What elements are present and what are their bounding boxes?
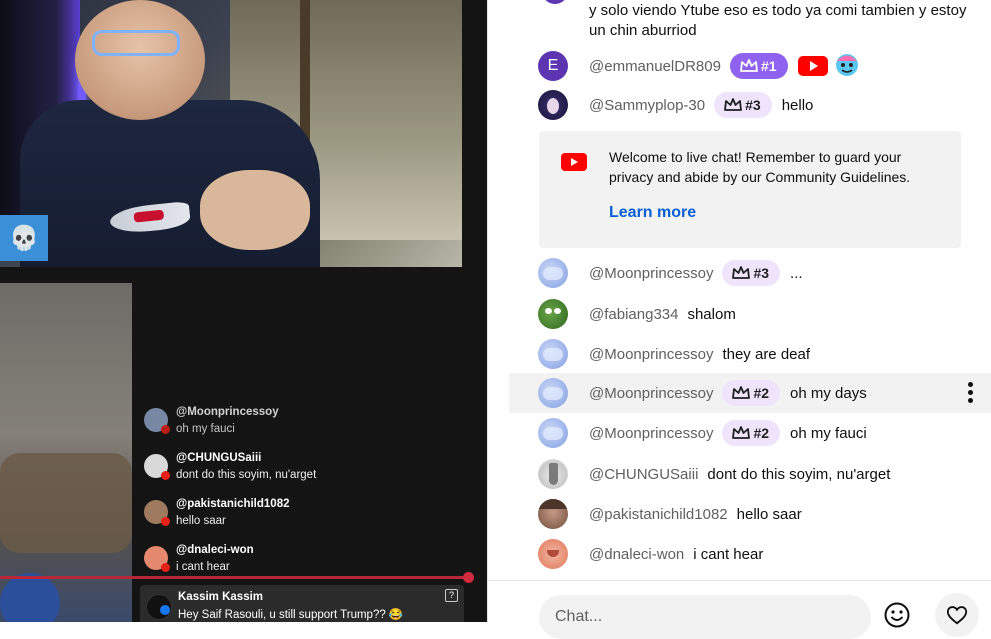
chat-input-bar xyxy=(488,580,991,639)
avatar xyxy=(538,339,568,369)
video-player[interactable]: 💀 @Moonprincessoy oh my fauci @CHUNGUSaii… xyxy=(0,0,487,622)
rank-badge: #3 xyxy=(714,92,772,118)
chat-author[interactable]: @dnaleci-won xyxy=(589,546,684,563)
avatar xyxy=(538,378,568,408)
emoji-sticker-icon xyxy=(835,54,858,76)
overlay-text: dont do this soyim, nu'arget xyxy=(176,469,317,481)
chat-author[interactable]: @Moonprincessoy xyxy=(589,346,713,363)
crown-icon xyxy=(732,266,751,279)
chat-author[interactable]: @Moonprincessoy xyxy=(589,265,713,282)
overlay-chat-message: @Moonprincessoy oh my fauci xyxy=(144,404,279,438)
chat-author[interactable]: @pakistanichild1082 xyxy=(589,506,728,523)
skull-icon: 💀 xyxy=(0,215,48,261)
chat-message-text: i cant hear xyxy=(693,545,764,563)
pinned-text: Hey Saif Rasouli, u still support Trump?… xyxy=(178,609,404,621)
welcome-banner: Welcome to live chat! Remember to guard … xyxy=(539,131,961,248)
crown-icon xyxy=(732,386,751,399)
chat-author[interactable]: @emmanuelDR809 xyxy=(589,58,721,75)
youtube-icon xyxy=(797,56,828,76)
chat-message[interactable]: @Moonprincessoy #2 oh my days xyxy=(538,373,867,413)
rank-badge: #3 xyxy=(722,260,781,286)
chat-message-text: hello saar xyxy=(736,505,802,523)
chat-message-text: oh my days xyxy=(790,384,867,402)
chat-message-text: dont do this soyim, nu'arget xyxy=(707,465,891,483)
webcam-feed-bottom xyxy=(0,283,132,622)
pinned-author: Kassim Kassim xyxy=(178,591,264,603)
chat-author[interactable]: @Moonprincessoy xyxy=(589,385,713,402)
facebook-icon xyxy=(160,605,170,615)
chat-message-text: hello xyxy=(781,96,814,114)
chat-message[interactable]: @Moonprincessoy #3 ... xyxy=(538,253,803,293)
progress-bar[interactable] xyxy=(0,572,474,583)
welcome-text: Welcome to live chat! Remember to guard … xyxy=(609,149,911,185)
rank-badge: #2 xyxy=(722,380,781,406)
avatar xyxy=(144,454,170,480)
avatar xyxy=(538,499,568,529)
chat-message[interactable]: @Sammyplop-30 #3 hello xyxy=(538,85,813,125)
emoji-icon[interactable] xyxy=(883,601,911,629)
help-icon[interactable]: ? xyxy=(445,589,458,602)
avatar xyxy=(538,90,568,120)
more-vert-icon[interactable] xyxy=(961,380,979,406)
avatar xyxy=(538,539,568,569)
avatar xyxy=(144,500,170,526)
avatar xyxy=(538,459,568,489)
chat-message[interactable]: E @emmanuelDR809 #1 xyxy=(538,46,862,86)
chat-author[interactable]: @Moonprincessoy xyxy=(589,425,713,442)
avatar xyxy=(144,546,170,572)
overlay-chat-message: @CHUNGUSaiii dont do this soyim, nu'arget xyxy=(144,450,316,484)
crown-icon xyxy=(724,98,743,111)
overlay-chat-message: @dnaleci-won i cant hear xyxy=(144,542,254,576)
chat-message-text: oh my fauci xyxy=(790,424,867,442)
avatar xyxy=(144,408,170,434)
crown-icon xyxy=(740,59,758,72)
chat-message[interactable]: @CHUNGUSaiii dont do this soyim, nu'arge… xyxy=(538,454,890,494)
rank-badge: #1 xyxy=(729,53,788,79)
overlay-text: i cant hear xyxy=(176,561,230,573)
overlay-text: oh my fauci xyxy=(176,423,235,435)
chat-message[interactable]: @Moonprincessoy they are deaf xyxy=(538,334,810,374)
chat-message-text: they are deaf xyxy=(722,345,811,363)
chat-message[interactable]: @fabiang334 shalom xyxy=(538,294,736,334)
avatar xyxy=(542,0,568,4)
overlay-author: @pakistanichild1082 xyxy=(176,498,290,510)
avatar xyxy=(538,258,568,288)
chat-message-text: shalom xyxy=(687,305,736,323)
heart-button[interactable] xyxy=(935,593,979,637)
heart-icon xyxy=(946,606,968,625)
overlay-text: hello saar xyxy=(176,515,226,527)
overlay-pinned-message: Kassim Kassim Hey Saif Rasouli, u still … xyxy=(140,585,464,622)
avatar: E xyxy=(538,51,568,81)
chat-message[interactable]: @dnaleci-won i cant hear xyxy=(538,534,763,574)
live-chat-panel: y solo viendo Ytube eso es todo ya comi … xyxy=(487,0,991,639)
rank-badge: #2 xyxy=(722,420,781,446)
chat-message-text: ... xyxy=(790,264,803,282)
chat-author[interactable]: @Sammyplop-30 xyxy=(589,97,705,114)
chat-author[interactable]: @fabiang334 xyxy=(589,306,678,323)
overlay-author: @CHUNGUSaiii xyxy=(176,452,262,464)
chat-message-text: y solo viendo Ytube eso es todo ya comi … xyxy=(589,2,967,39)
overlay-author: @dnaleci-won xyxy=(176,544,254,556)
webcam-feed-top xyxy=(0,0,462,267)
overlay-chat-message: @pakistanichild1082 hello saar xyxy=(144,496,289,530)
youtube-icon xyxy=(561,153,587,171)
learn-more-link[interactable]: Learn more xyxy=(609,204,696,222)
crown-icon xyxy=(732,426,751,439)
chat-author[interactable]: @CHUNGUSaiii xyxy=(589,466,698,483)
overlay-author: @Moonprincessoy xyxy=(176,406,279,418)
chat-message[interactable]: @Moonprincessoy #2 oh my fauci xyxy=(538,413,867,453)
avatar xyxy=(538,299,568,329)
chat-input[interactable] xyxy=(539,595,871,639)
chat-message[interactable]: @pakistanichild1082 hello saar xyxy=(538,494,802,534)
avatar xyxy=(538,418,568,448)
